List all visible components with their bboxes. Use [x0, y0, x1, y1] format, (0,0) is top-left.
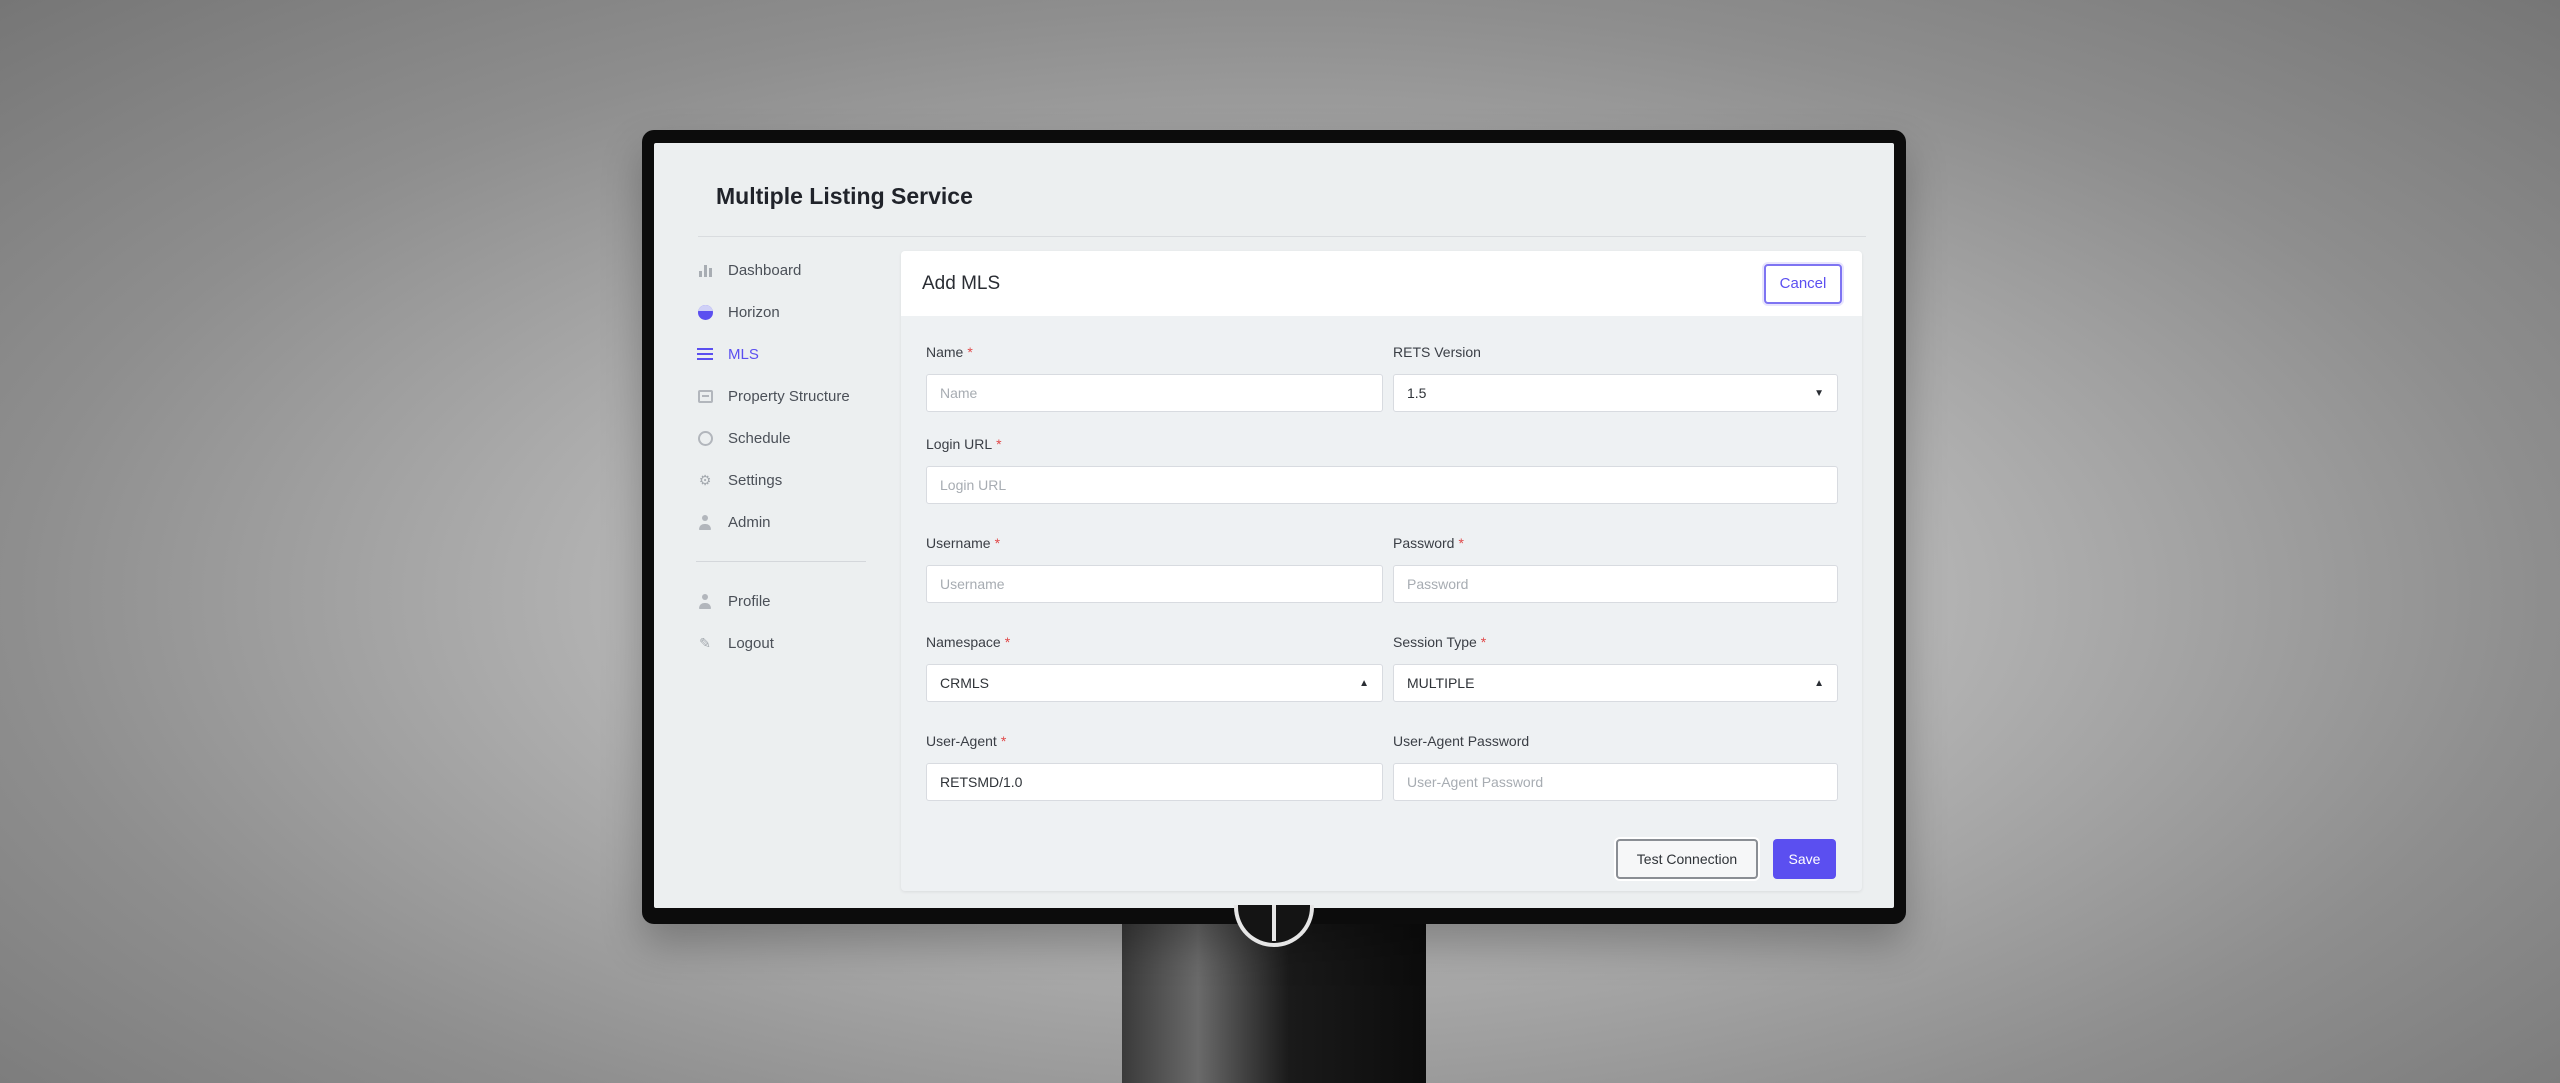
- card-title: Add MLS: [922, 272, 1001, 294]
- rets-version-field-group: RETS Version 1.5 ▼: [1393, 342, 1838, 412]
- sidebar-item-label: Logout: [728, 634, 774, 652]
- horizon-icon: [696, 303, 714, 321]
- rets-version-select[interactable]: 1.5 ▼: [1393, 374, 1838, 412]
- sidebar-divider: [696, 561, 866, 562]
- sidebar-item-admin[interactable]: Admin: [696, 501, 866, 543]
- admin-icon: [696, 513, 714, 531]
- namespace-select[interactable]: CRMLS ▲: [926, 664, 1383, 702]
- sidebar-item-logout[interactable]: ✎ Logout: [696, 622, 866, 664]
- username-field-group: Username *: [926, 533, 1383, 603]
- clock-icon: [696, 429, 714, 447]
- username-input[interactable]: [926, 565, 1383, 603]
- sidebar-item-property-structure[interactable]: Property Structure: [696, 375, 866, 417]
- user-agent-field-group: User-Agent *: [926, 731, 1383, 801]
- sidebar-item-label: Property Structure: [728, 387, 850, 405]
- login-url-field-group: Login URL *: [926, 434, 1838, 504]
- add-mls-card: Add MLS Cancel Name* RETS Version 1.5 ▼: [901, 251, 1862, 891]
- sidebar-item-settings[interactable]: ⚙ Settings: [696, 459, 866, 501]
- session-type-select[interactable]: MULTIPLE ▲: [1393, 664, 1838, 702]
- app-screen: Multiple Listing Service Dashboard Horiz…: [654, 143, 1894, 908]
- name-field-group: Name *: [926, 342, 1383, 412]
- test-connection-button[interactable]: Test Connection: [1616, 839, 1758, 879]
- card-header: Add MLS Cancel: [901, 251, 1862, 316]
- namespace-label: Namespace *: [926, 634, 1011, 650]
- logout-icon: ✎: [699, 634, 711, 651]
- name-input[interactable]: [926, 374, 1383, 412]
- session-type-field-group: Session Type * MULTIPLE ▲: [1393, 632, 1838, 702]
- table-icon: [696, 387, 714, 405]
- sidebar-item-schedule[interactable]: Schedule: [696, 417, 866, 459]
- sidebar-item-label: Dashboard: [728, 261, 802, 279]
- sidebar-item-profile[interactable]: Profile: [696, 580, 866, 622]
- monitor: Multiple Listing Service Dashboard Horiz…: [642, 130, 1906, 924]
- login-url-input[interactable]: [926, 466, 1838, 504]
- password-field-group: Password *: [1393, 533, 1838, 603]
- user-agent-password-input[interactable]: [1393, 763, 1838, 801]
- sidebar-item-label: Horizon: [728, 303, 780, 321]
- user-icon: [696, 592, 714, 610]
- user-agent-password-label: User-Agent Password: [1393, 733, 1530, 749]
- sidebar-item-label: MLS: [728, 345, 759, 363]
- login-url-label: Login URL *: [926, 436, 1002, 452]
- session-type-label: Session Type *: [1393, 634, 1487, 650]
- sidebar-item-label: Admin: [728, 513, 771, 531]
- user-agent-password-field-group: User-Agent Password: [1393, 731, 1838, 801]
- gear-icon: ⚙: [698, 471, 712, 488]
- password-label: Password *: [1393, 535, 1464, 551]
- sidebar-item-label: Schedule: [728, 429, 791, 447]
- list-icon: [696, 345, 714, 363]
- page-title: Multiple Listing Service: [716, 183, 973, 209]
- sidebar-item-dashboard[interactable]: Dashboard: [696, 249, 866, 291]
- save-button[interactable]: Save: [1773, 839, 1836, 879]
- user-agent-input[interactable]: [926, 763, 1383, 801]
- sidebar-item-horizon[interactable]: Horizon: [696, 291, 866, 333]
- sidebar-item-mls[interactable]: MLS: [696, 333, 866, 375]
- username-label: Username *: [926, 535, 1001, 551]
- namespace-field-group: Namespace * CRMLS ▲: [926, 632, 1383, 702]
- user-agent-label: User-Agent *: [926, 733, 1007, 749]
- sidebar: Dashboard Horizon MLS Property Structure…: [696, 249, 866, 664]
- sidebar-item-label: Profile: [728, 592, 771, 610]
- name-label: Name *: [926, 344, 973, 360]
- bar-chart-icon: [696, 261, 714, 279]
- sidebar-item-label: Settings: [728, 471, 783, 489]
- rets-version-label: RETS Version: [1393, 344, 1481, 360]
- cancel-button[interactable]: Cancel: [1764, 263, 1842, 304]
- chevron-down-icon: ▼: [1814, 387, 1824, 399]
- chevron-up-icon: ▲: [1359, 677, 1369, 689]
- password-input[interactable]: [1393, 565, 1838, 603]
- chevron-up-icon: ▲: [1814, 677, 1824, 689]
- header-divider: [698, 236, 1866, 237]
